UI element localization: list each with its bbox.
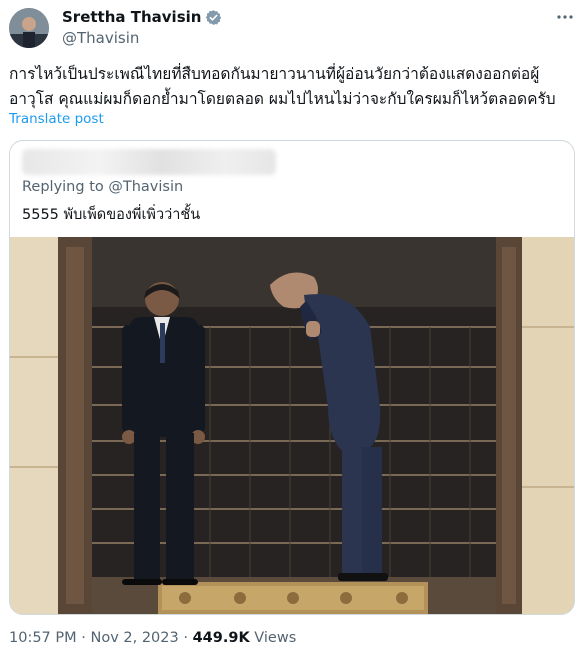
post-photo[interactable]: [10, 237, 574, 614]
replying-to-text: Replying to @Thavisin: [22, 179, 184, 195]
post-time[interactable]: 10:57 PM: [9, 630, 77, 646]
author-name[interactable]: Srettha Thavisin: [62, 8, 222, 26]
author-handle[interactable]: @Thavisin: [62, 29, 139, 47]
separator-dot: ·: [183, 630, 193, 646]
translate-post-link[interactable]: Translate post: [9, 111, 104, 127]
more-dots-icon[interactable]: [556, 8, 574, 31]
author-name-text[interactable]: Srettha Thavisin: [62, 8, 201, 26]
blurred-author-info: [22, 149, 276, 175]
quoted-post-text: 5555 พับเพ็ดของพี่เพิ่วว่าชั้น: [22, 207, 201, 223]
views-count: 449.9K: [192, 630, 250, 646]
post-metadata: 10:57 PM · Nov 2, 2023 · 449.9K Views: [9, 630, 296, 646]
author-avatar[interactable]: [9, 8, 49, 48]
quoted-post-card[interactable]: Replying to @Thavisin 5555 พับเพ็ดของพี่…: [9, 140, 575, 615]
views-label: Views: [254, 630, 297, 646]
post-date[interactable]: Nov 2, 2023: [90, 630, 178, 646]
verified-badge-icon: [206, 9, 222, 25]
tweet-text: การไหว้เป็นประเพณีไทยที่สืบทอดกันมายาวนา…: [9, 65, 556, 108]
